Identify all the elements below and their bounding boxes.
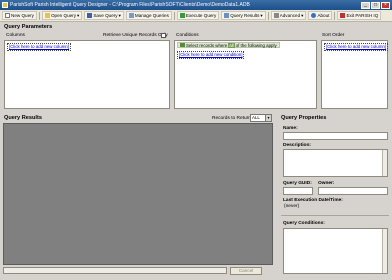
query-progress-bar bbox=[3, 267, 227, 274]
manage-queries-button[interactable]: Manage Queries bbox=[125, 11, 172, 20]
exit-label: Exit PARISH IQ bbox=[346, 13, 379, 18]
chevron-down-icon: ▾ bbox=[77, 12, 80, 18]
query-guid-field bbox=[283, 187, 313, 195]
all-operator-toggle[interactable]: all bbox=[228, 42, 235, 48]
results-icon bbox=[224, 13, 230, 18]
open-query-label: Open Query bbox=[50, 13, 77, 18]
close-button[interactable]: × bbox=[381, 1, 390, 9]
results-status-bar: Cancel bbox=[3, 266, 273, 275]
execute-icon bbox=[179, 13, 185, 18]
advanced-label: Advanced bbox=[279, 13, 301, 18]
records-to-return-label: Records to Return: bbox=[212, 116, 253, 121]
exit-button[interactable]: Exit PARISH IQ bbox=[337, 11, 382, 20]
save-query-button[interactable]: Save Query ▾ bbox=[84, 11, 124, 20]
condition-group-icon bbox=[180, 43, 185, 47]
new-query-label: New Query bbox=[11, 13, 34, 18]
columns-panel: [Click here to add new column] bbox=[4, 40, 170, 109]
execute-query-button[interactable]: Execute Query bbox=[176, 11, 220, 20]
description-label: Description: bbox=[283, 143, 311, 148]
chevron-down-icon: ▾ bbox=[118, 12, 121, 18]
about-label: About bbox=[317, 13, 330, 18]
conditions-panel: [Click here to add new condition] bbox=[174, 40, 317, 109]
about-button[interactable]: About bbox=[308, 11, 333, 20]
sort-order-header: Sort Order bbox=[322, 33, 345, 38]
add-column-link-text[interactable]: [Click here to add new column] bbox=[9, 44, 69, 49]
records-to-return-select[interactable]: ALL ▾ bbox=[250, 114, 272, 122]
manage-queries-label: Manage Queries bbox=[134, 13, 169, 18]
query-description-input[interactable] bbox=[283, 149, 388, 177]
query-parameters-title: Query Parameters bbox=[4, 24, 53, 30]
query-conditions-box bbox=[283, 228, 388, 274]
name-label: Name: bbox=[283, 126, 298, 131]
condition-group-row: Select records where all of the followin… bbox=[177, 42, 280, 48]
minimize-button[interactable]: _ bbox=[361, 1, 370, 9]
query-results-title: Query Results bbox=[4, 115, 42, 121]
execute-query-label: Execute Query bbox=[185, 13, 217, 18]
app-icon bbox=[2, 2, 8, 8]
maximize-button[interactable]: □ bbox=[371, 1, 380, 9]
add-sort-column-link[interactable]: [Click here to add new column] bbox=[324, 43, 389, 51]
owner-label: Owner: bbox=[318, 181, 335, 186]
window-title: ParishSoft Parish Intelligent Query Desi… bbox=[10, 2, 250, 8]
query-properties-title: Query Properties bbox=[281, 115, 327, 121]
select-records-text: Select records where bbox=[186, 42, 228, 48]
toolbar-separator bbox=[334, 11, 336, 20]
chevron-down-icon: ▾ bbox=[260, 12, 263, 18]
query-guid-label: Query GUID: bbox=[283, 181, 312, 186]
last-execution-value: (never) bbox=[284, 204, 300, 209]
new-query-button[interactable]: New Query bbox=[2, 11, 37, 20]
retrieve-unique-checkbox[interactable] bbox=[161, 33, 166, 38]
toolbar-separator bbox=[173, 11, 175, 20]
advanced-button[interactable]: Advanced ▾ bbox=[270, 11, 307, 20]
owner-field bbox=[318, 187, 388, 195]
exit-icon bbox=[340, 13, 346, 18]
open-query-button[interactable]: Open Query ▾ bbox=[41, 11, 83, 20]
title-bar: ParishSoft Parish Intelligent Query Desi… bbox=[0, 0, 392, 10]
add-condition-link[interactable]: [Click here to add new condition] bbox=[177, 51, 245, 59]
query-results-grid[interactable] bbox=[3, 123, 273, 265]
records-to-return-value: ALL bbox=[252, 115, 260, 120]
properties-divider bbox=[281, 215, 389, 216]
info-icon bbox=[311, 13, 317, 18]
query-results-button[interactable]: Query Results ▾ bbox=[221, 11, 266, 20]
description-scrollbar[interactable] bbox=[382, 150, 387, 176]
save-query-label: Save Query bbox=[93, 13, 118, 18]
cancel-button[interactable]: Cancel bbox=[230, 266, 262, 275]
query-results-label: Query Results bbox=[230, 13, 260, 18]
conditions-scrollbar[interactable] bbox=[382, 229, 387, 273]
retrieve-unique-label: Retrieve Unique Records Only bbox=[103, 33, 168, 38]
sort-order-panel: [Click here to add new column] bbox=[321, 40, 389, 109]
list-icon bbox=[128, 13, 134, 18]
folder-icon bbox=[44, 13, 50, 18]
add-column-link[interactable]: [Click here to add new column] bbox=[7, 43, 72, 51]
advanced-icon bbox=[273, 13, 279, 18]
chevron-down-icon[interactable]: ▾ bbox=[265, 115, 271, 121]
chevron-down-icon: ▾ bbox=[301, 12, 304, 18]
toolbar: New Query Open Query ▾ Save Query ▾ Mana… bbox=[0, 10, 392, 22]
last-execution-label: Last Execution Date/Time: bbox=[283, 198, 343, 203]
toolbar-separator bbox=[267, 11, 269, 20]
toolbar-separator bbox=[38, 11, 40, 20]
new-document-icon bbox=[5, 13, 10, 18]
conditions-header: Conditions bbox=[176, 33, 199, 38]
query-conditions-label: Query Conditions: bbox=[283, 221, 325, 226]
add-condition-link-text[interactable]: [Click here to add new condition] bbox=[179, 52, 242, 57]
add-sort-column-link-text[interactable]: [Click here to add new column] bbox=[326, 44, 386, 49]
columns-header: Columns bbox=[6, 33, 25, 38]
query-name-input[interactable] bbox=[283, 132, 388, 140]
save-icon bbox=[87, 13, 93, 18]
following-apply-text: of the following apply bbox=[235, 42, 277, 48]
